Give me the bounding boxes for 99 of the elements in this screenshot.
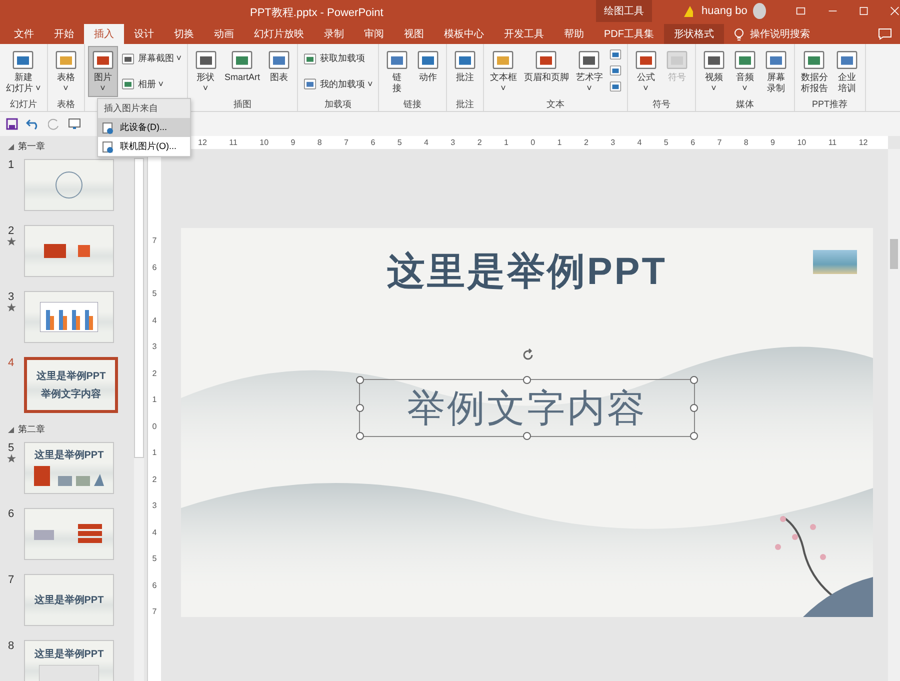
rotate-handle-icon[interactable] [521, 348, 535, 362]
ribbon-button[interactable]: 图片 ˅ [88, 46, 118, 97]
ribbon-tab[interactable]: 模板中心 [434, 24, 494, 44]
ribbon-tab[interactable]: 开始 [44, 24, 84, 44]
save-icon[interactable] [6, 118, 18, 130]
group-label: PPT推荐 [811, 98, 849, 111]
slide-thumbnail[interactable]: 这里是举例PPT 举例文字内容 [24, 357, 118, 413]
photo-placeholder [813, 250, 857, 274]
ribbon-button[interactable]: SmartArt [222, 46, 264, 97]
ribbon-tab[interactable]: 幻灯片放映 [244, 24, 314, 44]
ribbon-button[interactable]: 图表 [264, 46, 294, 97]
ribbon-button[interactable]: 视频 ˅ [698, 46, 729, 97]
thumbnail-text: 举例文字内容 [41, 387, 101, 401]
ribbon-button[interactable]: 获取加载项 [301, 50, 375, 68]
ribbon-button[interactable]: 表格 ˅ [50, 46, 81, 97]
ribbon-button[interactable]: 形状 ˅ [190, 46, 221, 97]
slide-thumbnail[interactable]: 这里是举例PPT [24, 574, 114, 626]
warning-icon [684, 6, 694, 16]
group-label: 表格 [56, 98, 76, 111]
thumbnail-title: 这里是举例PPT [34, 593, 104, 607]
slide-number: 7 [8, 574, 14, 586]
ribbon-button[interactable]: 相册 ˅ [118, 75, 184, 94]
slide-thumbnail[interactable]: 这里是举例PPT [24, 442, 114, 494]
menu-header: 插入图片来自 [98, 99, 190, 118]
grid-drawing [34, 524, 104, 544]
ribbon-tab[interactable]: 文件 [4, 24, 44, 44]
group-label: 符号 [651, 98, 672, 111]
scrollbar-thumb[interactable] [134, 158, 144, 458]
collapse-triangle-icon [8, 426, 14, 432]
ribbon-button[interactable]: 页眉和页脚 [520, 46, 572, 97]
user-name: huang bo [701, 5, 748, 17]
ribbon-button[interactable]: 文本框 ˅ [486, 46, 520, 97]
slide-thumbnail[interactable]: 这里是举例PPT [24, 640, 114, 681]
group-label: 文本 [545, 98, 566, 111]
ribbon-tab[interactable]: 形状格式 [664, 24, 724, 44]
group-label: 媒体 [734, 98, 755, 111]
undo-icon[interactable] [26, 118, 40, 130]
ribbon-button[interactable]: 音频 ˅ [730, 46, 760, 97]
search-field[interactable]: 操作说明搜索 [724, 24, 820, 44]
slide-number: 4 [8, 357, 14, 369]
group-label: 批注 [454, 98, 475, 111]
present-icon[interactable] [68, 118, 81, 130]
ribbon-button[interactable]: 我的加载项 ˅ [301, 75, 375, 94]
ribbon-button[interactable]: 屏幕截图 ˅ [118, 50, 184, 68]
thumbnail-title: 这里是举例PPT [34, 647, 104, 661]
group-label: 幻灯片 [8, 98, 38, 111]
ribbon-tab[interactable]: 设计 [124, 24, 164, 44]
context-label: 绘图工具 [596, 0, 652, 22]
resize-handle[interactable] [523, 376, 531, 384]
ribbon-tab[interactable]: 录制 [314, 24, 354, 44]
section-header[interactable]: 第一章 [4, 140, 45, 153]
group-label: 加载项 [323, 98, 352, 111]
slide-title: 这里是举例PPT [387, 250, 667, 295]
menu-item[interactable]: 此设备(D)... [98, 118, 190, 137]
group-label: 链接 [402, 98, 422, 111]
ribbon-tab[interactable]: 审阅 [354, 24, 394, 44]
maximize-icon[interactable] [859, 5, 868, 17]
scrollbar-thumb[interactable] [890, 239, 898, 269]
close-icon[interactable] [890, 5, 900, 17]
ribbon-button[interactable]: 链 接 [382, 46, 412, 97]
circle-drawing [54, 170, 84, 200]
ribbon-tab[interactable]: 视图 [394, 24, 434, 44]
ribbon-tab[interactable]: 切换 [164, 24, 204, 44]
bar-chart-drawing [40, 302, 98, 332]
slide-number: 5 [8, 442, 14, 454]
slide-thumbnail[interactable] [24, 291, 114, 343]
slide-number: 2 [8, 225, 14, 237]
ribbon-tab[interactable]: PDF工具集 [594, 24, 664, 44]
slide-number: 6 [8, 508, 14, 520]
ribbon-button[interactable]: 新建 幻灯片 ˅ [3, 46, 44, 97]
slide-thumbnail[interactable] [24, 159, 114, 211]
ribbon-button[interactable]: 艺术字 ˅ [572, 46, 606, 97]
ribbon-button[interactable]: 企业 培训 [832, 46, 862, 97]
ribbon-tab[interactable]: 动画 [204, 24, 244, 44]
thumbnail-title: 这里是举例PPT [36, 369, 106, 383]
ribbon-button[interactable]: 动作 [412, 46, 443, 97]
slide-number: 3 [8, 291, 14, 303]
collapse-triangle-icon [8, 144, 14, 150]
slide-number: 1 [8, 159, 14, 171]
menu-item[interactable]: 联机图片(O)... [98, 137, 190, 156]
group-label: 插图 [232, 98, 252, 111]
slide-thumbnail[interactable] [24, 225, 114, 277]
section-header[interactable]: 第二章 [4, 423, 45, 436]
ribbon-tab[interactable]: 插入 [84, 24, 124, 44]
ribbon-tab[interactable]: 帮助 [554, 24, 594, 44]
table-drawing [39, 665, 99, 681]
ribbon-button[interactable]: 公式 ˅ [630, 46, 661, 97]
ribbon-tab[interactable]: 开发工具 [494, 24, 554, 44]
slide-thumbnail[interactable] [24, 508, 114, 560]
slide-number: 8 [8, 640, 14, 652]
ribbon-button[interactable]: 批注 [450, 46, 480, 97]
ribbon-button[interactable]: 数据分 析报告 [798, 46, 831, 97]
ribbon-button[interactable]: 屏幕 录制 [760, 46, 791, 97]
lightbulb-icon [734, 28, 744, 40]
avatar[interactable] [753, 3, 766, 19]
thumbnail-title: 这里是举例PPT [34, 448, 104, 462]
window-title: PPT教程.pptx - PowerPoint [250, 6, 384, 20]
ribbon-display-icon[interactable] [796, 5, 806, 17]
icons-drawing [34, 466, 104, 488]
